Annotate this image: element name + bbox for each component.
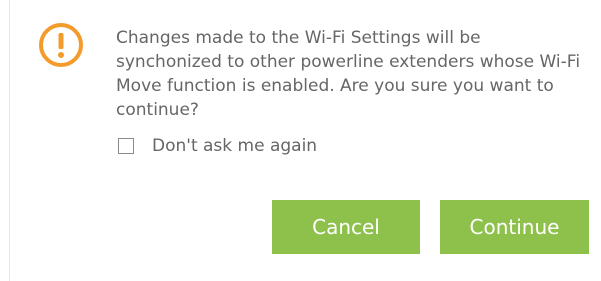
- confirm-dialog: Changes made to the Wi-Fi Settings will …: [0, 0, 601, 281]
- dialog-message: Changes made to the Wi-Fi Settings will …: [116, 28, 581, 120]
- dont-ask-again-option[interactable]: Don't ask me again: [116, 134, 317, 158]
- dialog-border: [9, 0, 10, 281]
- dont-ask-again-checkbox[interactable]: [118, 138, 134, 154]
- cancel-button[interactable]: Cancel: [272, 200, 420, 254]
- warning-icon: [39, 23, 83, 67]
- continue-button[interactable]: Continue: [440, 200, 589, 254]
- dont-ask-again-label: Don't ask me again: [152, 136, 318, 156]
